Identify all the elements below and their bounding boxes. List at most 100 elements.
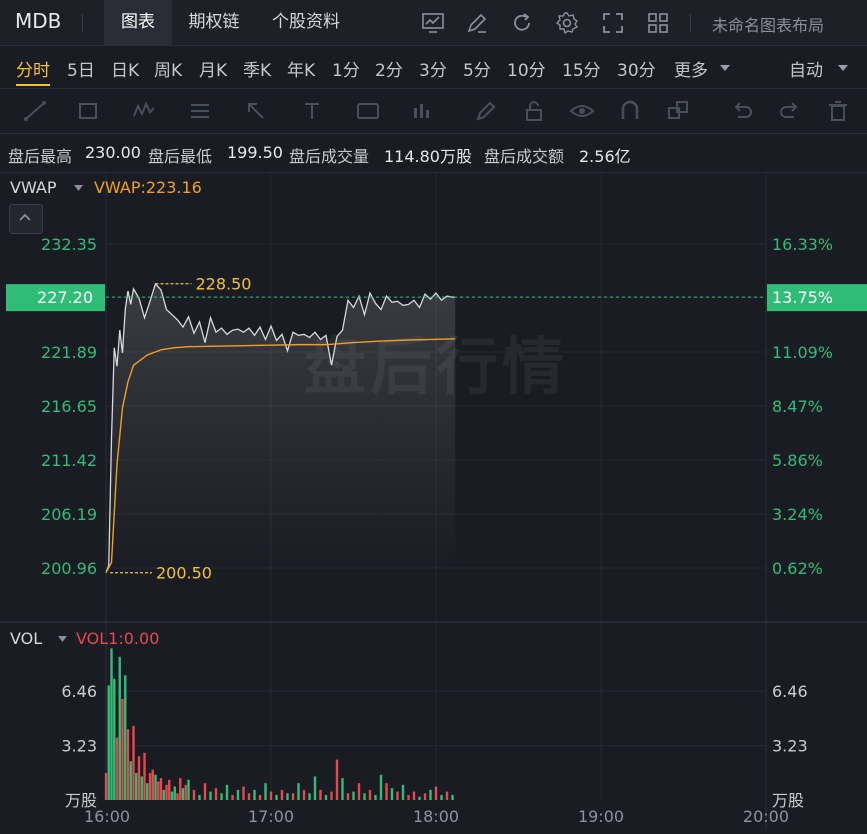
y-left-tick-label: 200.96 [41,559,97,578]
fib-tool-icon[interactable] [187,98,213,124]
volume-bar [154,774,157,800]
volume-bar [440,794,443,800]
volume-bar [434,786,438,800]
arrow-tool-icon[interactable] [243,98,269,124]
vol-unit-right-label: 万股 [772,791,804,810]
main-indicator-name[interactable]: VWAP [10,178,56,197]
period-daily[interactable]: 日K [111,56,139,81]
high-value: 230.00 [85,143,141,162]
volume-bar [264,783,267,800]
period-weekly[interactable]: 周K [154,56,182,81]
volume-bar [104,773,108,800]
delete-icon[interactable] [825,98,851,124]
volume-bar [396,791,399,800]
volume-bar [269,791,273,800]
volume-bar [418,796,421,800]
volume-bar [214,788,218,800]
sub-indicator-name[interactable]: VOL [10,629,42,648]
note-tool-icon[interactable] [355,98,381,124]
chevron-down-icon[interactable] [74,185,83,191]
active-period-underline [16,84,50,86]
collapse-button[interactable] [9,204,43,234]
draw-icon[interactable] [465,11,489,35]
high-label: 盘后最高 [8,147,73,166]
volume-bar [308,793,311,800]
refresh-icon[interactable] [510,11,534,35]
volume-bar [162,789,165,800]
low-label: 盘后最低 [148,147,213,166]
low-value: 199.50 [227,143,283,162]
volume-bar [346,793,350,800]
x-tick-label: 19:00 [578,807,624,826]
scale-auto[interactable]: 自动 [789,56,823,81]
divider [690,14,691,32]
chevron-down-icon[interactable] [719,64,731,72]
volume-bar [118,656,121,800]
measure-tool-icon[interactable] [409,98,435,124]
volume-bar [374,794,377,800]
period-10min[interactable]: 10分 [507,56,546,81]
volume-bar [302,789,306,800]
volume-bar [143,752,146,800]
low-marker-label: 200.50 [156,564,212,583]
volume-bar [187,779,190,800]
period-intraday[interactable]: 分时 [16,56,50,81]
y-right-tick-label: 5.86% [772,451,823,470]
current-pct-label: 13.75% [772,288,833,307]
period-5day[interactable]: 5日 [67,56,95,81]
volume-bar [110,648,113,800]
period-quarterly[interactable]: 季K [243,56,271,81]
period-5min[interactable]: 5分 [463,56,491,81]
volume-bar [203,783,207,800]
period-1min[interactable]: 1分 [332,56,360,81]
tab-stock-profile[interactable]: 个股资料 [258,0,354,45]
tab-options-chain[interactable]: 期权链 [176,0,252,45]
x-tick-label: 17:00 [248,807,294,826]
price-area [106,283,456,573]
volume-bar [429,789,432,800]
volume-bar [184,784,187,800]
volume-bar [363,793,366,800]
period-more[interactable]: 更多 [674,56,708,81]
settings-icon[interactable] [555,11,579,35]
price-volume-chart[interactable]: 16:00 17:00 18:00 19:00 20:00232.35 16.33%221… [0,172,867,834]
period-2min[interactable]: 2分 [375,56,403,81]
period-monthly[interactable]: 月K [199,56,227,81]
fullscreen-icon[interactable] [601,11,625,35]
text-tool-icon[interactable] [299,98,325,124]
volume-bar [335,759,339,800]
redo-icon[interactable] [777,98,803,124]
volume-bar [401,784,405,800]
period-3min[interactable]: 3分 [419,56,447,81]
volume-bar [291,793,295,800]
chevron-down-icon[interactable] [837,64,849,72]
lock-icon[interactable] [521,98,547,124]
volume-bar [385,783,388,800]
clone-icon[interactable] [665,98,691,124]
volume-bar [330,791,333,800]
volume-bar [137,756,141,800]
rectangle-tool-icon[interactable] [75,98,101,124]
volume-bar [231,794,234,800]
y-left-tick-label: 211.42 [41,451,97,470]
eye-icon[interactable] [569,98,595,124]
undo-icon[interactable] [729,98,755,124]
line-tool-icon[interactable] [22,98,48,124]
period-yearly[interactable]: 年K [287,56,315,81]
magnet-icon[interactable] [617,98,643,124]
symbol-label[interactable]: MDB [15,9,61,33]
brush-icon[interactable] [473,98,499,124]
chevron-down-icon[interactable] [58,636,67,642]
tab-chart[interactable]: 图表 [104,0,172,45]
current-price-label: 227.20 [37,288,93,307]
grid-layout-icon[interactable] [646,11,670,35]
vol-value: VOL1:0.00 [76,629,160,648]
volume-bar [423,793,427,800]
period-30min[interactable]: 30分 [617,56,656,81]
layout-name[interactable]: 未命名图表布局 [712,12,824,36]
period-15min[interactable]: 15分 [562,56,601,81]
chart-template-icon[interactable] [421,11,445,35]
volume-bar [146,783,149,800]
pattern-tool-icon[interactable] [131,98,157,124]
volume-bar [140,776,143,800]
